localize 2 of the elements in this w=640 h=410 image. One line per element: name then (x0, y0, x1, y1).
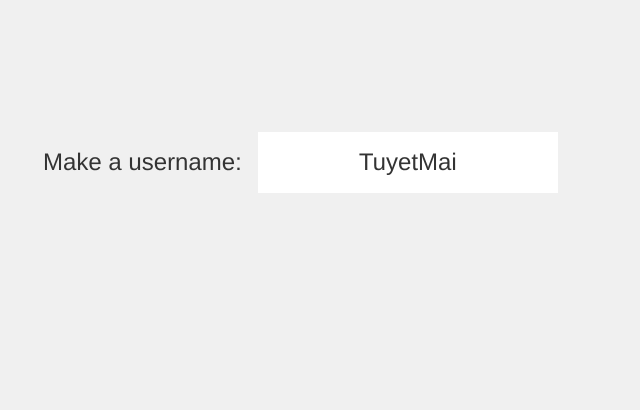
username-field[interactable]: TuyetMai (258, 132, 558, 193)
field-label: Make a username: (43, 148, 242, 176)
